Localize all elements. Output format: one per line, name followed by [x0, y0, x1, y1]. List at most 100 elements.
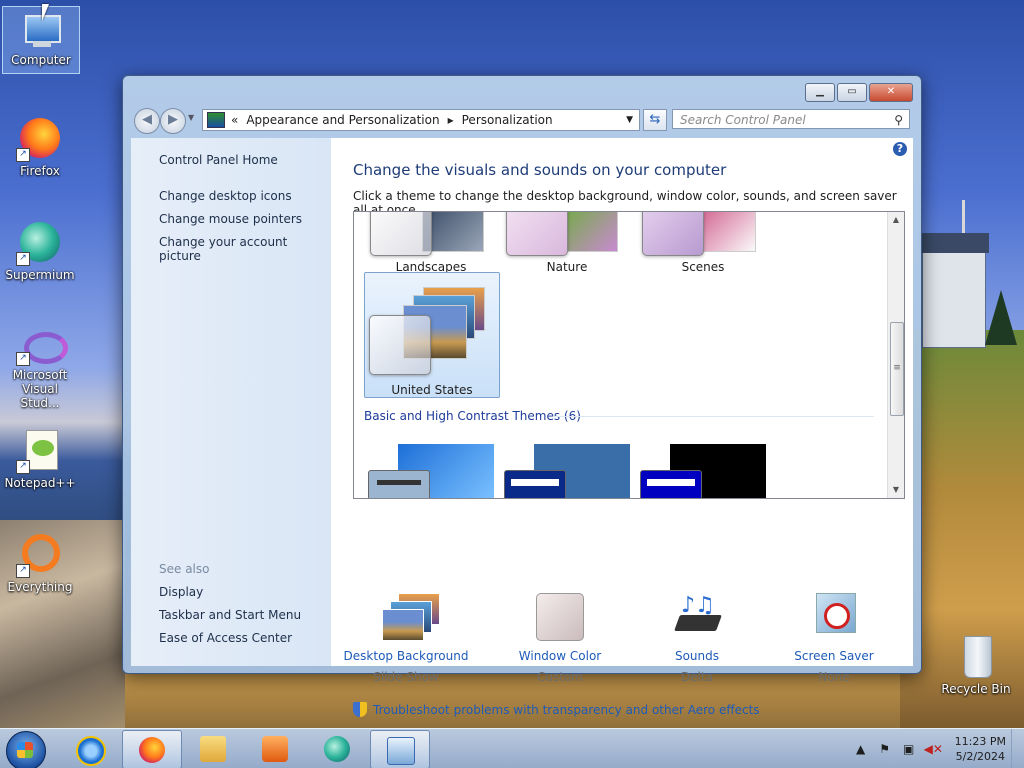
taskbar-start-menu-link[interactable]: Taskbar and Start Menu	[159, 608, 301, 622]
maximize-button[interactable]: ▭	[837, 83, 867, 102]
change-account-picture-link[interactable]: Change your account picture	[159, 235, 331, 263]
theme-nature[interactable]: Nature	[500, 212, 634, 274]
desktop-background-setting[interactable]: Desktop Background Slide Show	[341, 593, 471, 684]
mouse-cursor-icon	[42, 4, 49, 21]
network-icon[interactable]: ▣	[900, 742, 918, 756]
search-placeholder: Search Control Panel	[680, 113, 806, 127]
theme-high-contrast[interactable]	[640, 444, 766, 498]
desktop-background-icon	[382, 593, 440, 641]
desktop-icon-everything[interactable]: ↗ Everything	[2, 526, 78, 594]
see-also-heading: See also	[159, 562, 210, 576]
control-panel-home-link[interactable]: Control Panel Home	[159, 153, 278, 167]
change-desktop-icons-link[interactable]: Change desktop icons	[159, 189, 292, 203]
main-content: ? Change the visuals and sounds on your …	[331, 138, 913, 717]
change-mouse-pointers-link[interactable]: Change mouse pointers	[159, 212, 302, 226]
taskbar-ie[interactable]	[60, 730, 118, 767]
taskbar-explorer[interactable]	[184, 730, 242, 767]
desktop-icon-label: Supermium	[5, 268, 75, 282]
theme-label: United States	[391, 383, 473, 397]
desktop-background-link[interactable]: Desktop Background	[341, 649, 471, 663]
clock[interactable]: 11:23 PM 5/2/2024	[955, 734, 1006, 764]
troubleshoot-aero-link[interactable]: Troubleshoot problems with transparency …	[353, 702, 760, 717]
sounds-value: Delta	[680, 670, 713, 684]
desktop-icon-computer[interactable]: Computer	[2, 6, 80, 74]
ease-of-access-link[interactable]: Ease of Access Center	[159, 631, 292, 645]
display-link[interactable]: Display	[159, 585, 203, 599]
theme-scenes-thumbnail	[642, 212, 704, 256]
taskbar-media-player[interactable]	[246, 730, 304, 767]
shortcut-arrow-icon: ↗	[16, 252, 30, 266]
help-icon[interactable]: ?	[893, 142, 907, 156]
theme-list-scrollbar[interactable]: ▲ ≡ ▼	[887, 212, 904, 498]
desktop-icon-recycle-bin[interactable]: Recycle Bin	[936, 628, 1016, 696]
desktop-icon-label: Everything	[7, 580, 73, 594]
shortcut-arrow-icon: ↗	[16, 352, 30, 366]
action-center-flag-icon[interactable]: ⚑	[876, 742, 894, 756]
taskbar-firefox[interactable]	[122, 730, 182, 768]
desktop-icon-firefox[interactable]: ↗ Firefox	[2, 110, 78, 178]
scroll-down-icon[interactable]: ▼	[888, 482, 904, 498]
theme-landscapes[interactable]: Landscapes	[364, 212, 498, 274]
sounds-link[interactable]: Sounds	[632, 649, 762, 663]
screen-saver-icon	[810, 593, 858, 641]
window-controls: ▁ ▭ ✕	[805, 83, 913, 102]
desktop-icon-notepadpp[interactable]: ↗ Notepad++	[2, 422, 78, 490]
basic-themes-heading: Basic and High Contrast Themes (6)	[364, 409, 581, 423]
theme-landscapes-thumbnail	[370, 212, 432, 256]
shortcut-arrow-icon: ↗	[16, 460, 30, 474]
screen-saver-value: None	[818, 670, 850, 684]
sounds-icon: ♪♫	[673, 593, 722, 641]
close-button[interactable]: ✕	[869, 83, 913, 102]
address-bar[interactable]: « Appearance and Personalization ▸ Perso…	[202, 109, 640, 131]
forward-button[interactable]: ▶	[160, 108, 186, 134]
taskbar-control-panel[interactable]	[370, 730, 430, 768]
desktop-background-value: Slide Show	[373, 670, 439, 684]
visual-studio-icon: ↗	[16, 322, 68, 366]
window-color-setting[interactable]: Window Color Custom	[495, 593, 625, 684]
theme-list[interactable]: Landscapes Nature Scenes United States B…	[353, 211, 905, 499]
desktop-icon-visual-studio[interactable]: ↗ Microsoft Visual Stud...	[2, 318, 78, 410]
desktop-icon-supermium[interactable]: ↗ Supermium	[2, 214, 78, 282]
start-button[interactable]	[6, 731, 46, 768]
desktop-icon-label: Microsoft Visual Stud...	[12, 368, 68, 410]
breadcrumb-personalization[interactable]: Personalization	[462, 113, 553, 127]
window-color-link[interactable]: Window Color	[495, 649, 625, 663]
screen-saver-link[interactable]: Screen Saver	[769, 649, 899, 663]
theme-classic-mini	[504, 470, 566, 498]
minimize-button[interactable]: ▁	[805, 83, 835, 102]
theme-windows-classic[interactable]	[504, 444, 630, 498]
scrollbar-thumb[interactable]: ≡	[890, 322, 904, 416]
screen-saver-setting[interactable]: Screen Saver None	[769, 593, 899, 684]
search-input[interactable]: Search Control Panel ⚲	[672, 109, 910, 129]
theme-windows7-basic[interactable]	[368, 444, 494, 498]
breadcrumb-separator[interactable]: ▸	[448, 113, 454, 127]
everything-icon: ↗	[16, 530, 64, 578]
media-player-icon	[262, 736, 288, 762]
back-button[interactable]: ◀	[134, 108, 160, 134]
desktop-icon-label: Computer	[11, 53, 71, 67]
search-icon[interactable]: ⚲	[894, 110, 903, 130]
theme-scenes[interactable]: Scenes	[636, 212, 770, 274]
taskbar: ▲ ⚑ ▣ ◀✕ 11:23 PM 5/2/2024	[0, 728, 1024, 768]
refresh-button[interactable]: ⇆	[643, 109, 667, 131]
notepadpp-icon: ↗	[16, 426, 64, 474]
supermium-icon: ↗	[16, 218, 64, 266]
taskbar-supermium[interactable]	[308, 730, 366, 767]
window-color-value: Custom	[537, 670, 583, 684]
breadcrumb-appearance[interactable]: Appearance and Personalization	[246, 113, 439, 127]
address-back-chevrons[interactable]: «	[231, 113, 238, 127]
sounds-setting[interactable]: ♪♫ Sounds Delta	[632, 593, 762, 684]
uac-shield-icon	[353, 702, 367, 717]
internet-explorer-icon	[76, 736, 106, 766]
address-dropdown-icon[interactable]: ▼	[626, 115, 633, 125]
show-hidden-icons-icon[interactable]: ▲	[852, 742, 870, 756]
theme-nature-thumbnail	[506, 212, 568, 256]
show-desktop-button[interactable]	[1011, 729, 1024, 768]
theme-united-states[interactable]: United States	[364, 272, 500, 398]
wallpaper-house	[919, 233, 989, 348]
desktop-icon-label: Firefox	[20, 164, 60, 178]
firefox-icon	[139, 737, 165, 763]
recent-pages-chevron-icon[interactable]: ▼	[188, 113, 194, 122]
scroll-up-icon[interactable]: ▲	[888, 212, 904, 228]
volume-muted-icon[interactable]: ◀✕	[924, 742, 943, 756]
